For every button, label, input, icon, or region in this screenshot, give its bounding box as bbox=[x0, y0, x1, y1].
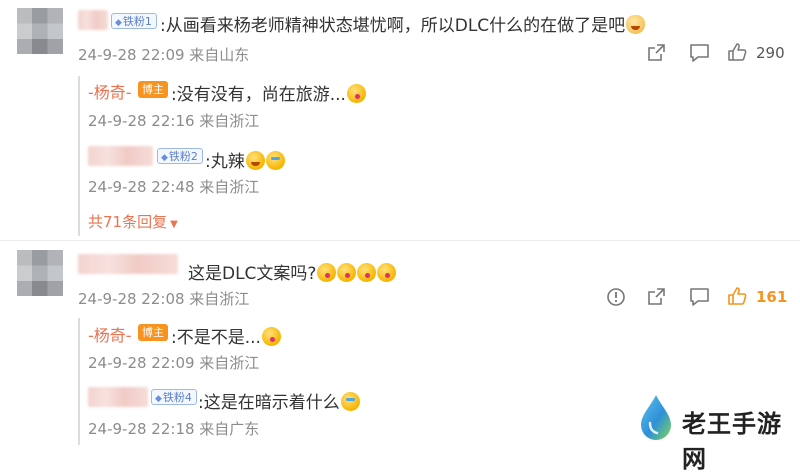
reply-meta: 24-9-28 22:09 来自浙江 bbox=[88, 354, 260, 372]
fan-badge[interactable]: ◆铁粉4 bbox=[151, 389, 197, 405]
fan-badge[interactable]: ◆铁粉1 bbox=[111, 13, 157, 29]
share-icon[interactable] bbox=[646, 287, 666, 307]
reply-text: :不是不是... bbox=[171, 323, 281, 348]
emoji-icon bbox=[357, 263, 377, 282]
like-icon[interactable] bbox=[727, 286, 747, 306]
emoji-icon bbox=[377, 263, 397, 282]
reply-text: :这是在暗示着什么 bbox=[198, 388, 360, 413]
diamond-icon: ◆ bbox=[161, 153, 168, 163]
comment-text: 这是DLC文案吗? bbox=[188, 259, 397, 284]
like-count: 290 bbox=[756, 44, 785, 62]
reply-text: :没有没有，尚在旅游... bbox=[171, 80, 366, 105]
share-icon[interactable] bbox=[646, 43, 666, 63]
host-badge: 博主 bbox=[138, 324, 168, 341]
emoji-icon bbox=[337, 263, 357, 282]
username-blurred[interactable] bbox=[88, 146, 153, 166]
emoji-icon bbox=[317, 263, 337, 282]
like-icon[interactable] bbox=[727, 42, 747, 62]
reply-text: :丸辣 bbox=[205, 147, 285, 172]
comment-meta: 24-9-28 22:08 来自浙江 bbox=[78, 290, 250, 308]
comment-icon[interactable] bbox=[689, 287, 710, 307]
emoji-icon bbox=[245, 151, 265, 170]
like-count: 161 bbox=[756, 288, 788, 306]
cat-emoji-icon bbox=[626, 15, 646, 34]
water-drop-logo-icon bbox=[641, 395, 671, 440]
crying-emoji-icon bbox=[265, 151, 285, 170]
watermark-text: 老王手游网 bbox=[682, 410, 782, 473]
emoji-icon bbox=[261, 327, 281, 346]
more-replies-link[interactable]: 共71条回复 ▼ bbox=[88, 211, 178, 232]
reply-author[interactable]: -杨奇- bbox=[88, 79, 132, 103]
emoji-icon bbox=[346, 84, 366, 103]
username-blurred[interactable] bbox=[78, 254, 178, 274]
comment-text: :从画看来杨老师精神状态堪忧啊，所以DLC什么的在做了是吧 bbox=[160, 11, 646, 36]
reply-meta: 24-9-28 22:48 来自浙江 bbox=[88, 178, 260, 196]
report-icon[interactable] bbox=[606, 287, 626, 307]
reply-thread-line bbox=[78, 318, 80, 445]
username-blurred[interactable] bbox=[78, 10, 108, 30]
crying-emoji-icon bbox=[340, 392, 360, 411]
avatar[interactable] bbox=[17, 8, 63, 54]
reply-meta: 24-9-28 22:16 来自浙江 bbox=[88, 112, 260, 130]
username-blurred[interactable] bbox=[88, 387, 148, 407]
diamond-icon: ◆ bbox=[155, 394, 162, 404]
reply-author[interactable]: -杨奇- bbox=[88, 322, 132, 346]
fan-badge[interactable]: ◆铁粉2 bbox=[157, 148, 203, 164]
reply-thread-line bbox=[78, 76, 80, 236]
avatar[interactable] bbox=[17, 250, 63, 296]
diamond-icon: ◆ bbox=[115, 18, 122, 28]
comment-icon[interactable] bbox=[689, 43, 710, 63]
divider bbox=[0, 240, 800, 241]
dropdown-triangle-icon: ▼ bbox=[170, 219, 178, 230]
host-badge: 博主 bbox=[138, 81, 168, 98]
comment-meta: 24-9-28 22:09 来自山东 bbox=[78, 46, 250, 64]
reply-meta: 24-9-28 22:18 来自广东 bbox=[88, 420, 260, 438]
